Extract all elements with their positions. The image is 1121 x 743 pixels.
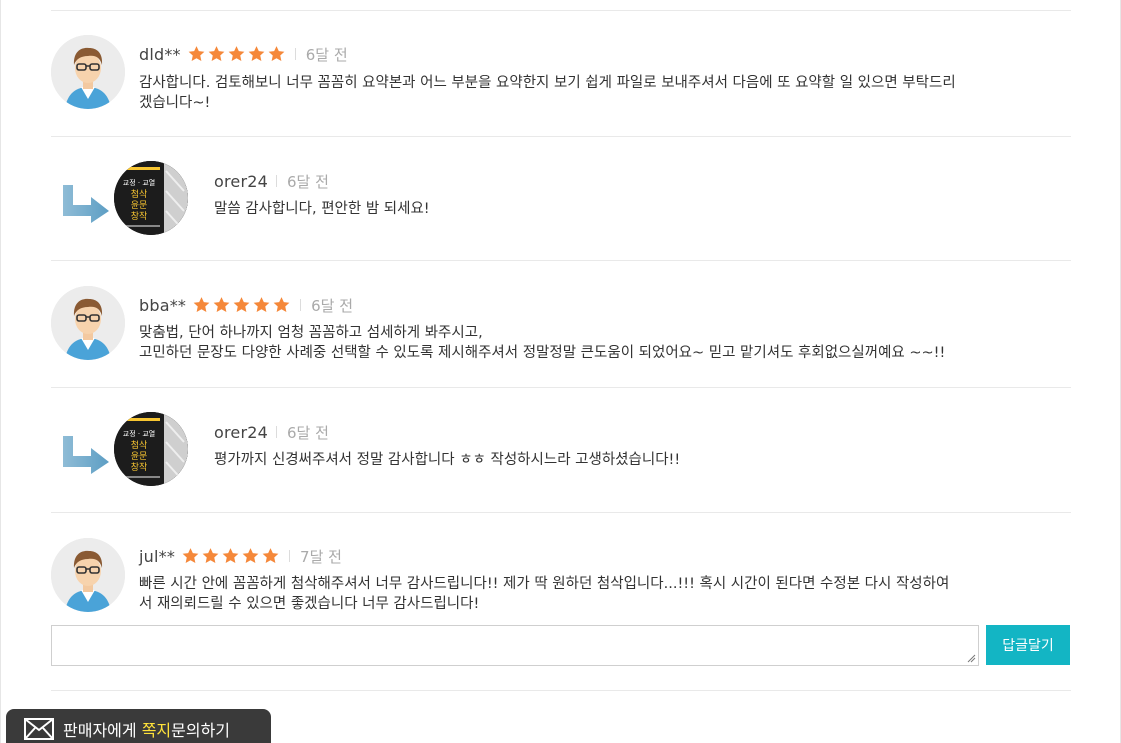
star-icon <box>188 46 205 61</box>
message-label-before: 판매자에게 <box>63 721 142 740</box>
user-avatar <box>51 286 125 360</box>
divider <box>51 260 1071 261</box>
reply-time: 6달 전 <box>287 423 329 442</box>
review-text: 빠른 시간 안에 꼼꼼하게 첨삭해주셔서 너무 감사드립니다!! 제가 딱 원하… <box>139 574 949 614</box>
seller-reply: 교정 · 교열 첨삭 윤문 창작 orer24 6달 전 말씀 감사합니다, 편… <box>51 161 1071 251</box>
message-seller-button[interactable]: 판매자에게 쪽지문의하기 <box>6 709 271 743</box>
rating-stars <box>187 45 287 63</box>
seller-avatar-text: 첨삭 <box>131 440 148 451</box>
review-text-line: 서 재의뢰드릴 수 있으면 좋겠습니다 너무 감사드립니다! <box>139 596 480 612</box>
review-time: 7달 전 <box>300 547 342 566</box>
seller-reply: 교정 · 교열 첨삭 윤문 창작 orer24 6달 전 평가까지 신경써주셔서… <box>51 412 1071 502</box>
reply-submit-button[interactable]: 답글달기 <box>986 625 1070 665</box>
message-label-highlight: 쪽지 <box>141 721 172 740</box>
reply-arrow-icon <box>63 436 109 474</box>
review-text-line: 맞춤법, 단어 하나까지 엄청 꼼꼼하고 섬세하게 봐주시고, <box>139 325 483 341</box>
reply-time: 6달 전 <box>287 172 329 191</box>
star-icon <box>273 297 290 312</box>
review-time: 6달 전 <box>311 296 354 315</box>
star-icon <box>193 297 210 312</box>
star-icon <box>248 46 265 61</box>
meta-separator <box>276 426 277 438</box>
seller-avatar-text: 창작 <box>131 462 148 473</box>
star-icon <box>253 297 270 312</box>
review-text: 맞춤법, 단어 하나까지 엄청 꼼꼼하고 섬세하게 봐주시고, 고민하던 문장도… <box>139 323 945 363</box>
review-text: 감사합니다. 검토해보니 너무 꼼꼼히 요약본과 어느 부분을 요약한지 보기 … <box>139 73 956 113</box>
reply-author: orer24 <box>214 422 268 442</box>
review-text-line: 고민하던 문장도 다양한 사례중 선택할 수 있도록 제시해주셔서 정말정말 큰… <box>139 345 946 361</box>
seller-avatar-text: 창작 <box>131 211 148 222</box>
message-button-label: 판매자에게 쪽지문의하기 <box>63 717 230 741</box>
review-author: jul** <box>139 546 176 566</box>
resize-grip-icon[interactable] <box>967 654 976 663</box>
frame-border-left <box>0 0 1 743</box>
message-label-after: 문의하기 <box>171 721 231 740</box>
reply-text: 평가까지 신경써주셔서 정말 감사합니다 ㅎㅎ 작성하시느라 고생하셨습니다!! <box>214 452 681 468</box>
mail-icon <box>24 718 54 740</box>
reply-meta: orer24 6달 전 <box>214 169 329 193</box>
star-icon <box>233 297 250 312</box>
meta-separator <box>289 550 291 562</box>
meta-separator <box>276 175 277 187</box>
review-item: dld** 6달 전 감사합니다. 검토해보니 너무 꼼꼼히 요약본과 어느 부… <box>51 35 1071 135</box>
rating-stars <box>192 296 292 314</box>
review-item: bba** 6달 전 맞춤법, 단어 하나까지 엄청 꼼꼼하고 섬세하게 봐주시… <box>51 286 1071 386</box>
review-item: jul** 7달 전 빠른 시간 안에 꼼꼼하게 첨삭해주셔서 너무 감사드립니… <box>51 538 1071 618</box>
reply-meta: orer24 6달 전 <box>214 420 329 444</box>
review-text-line: 빠른 시간 안에 꼼꼼하게 첨삭해주셔서 너무 감사드립니다!! 제가 딱 원하… <box>139 576 950 592</box>
divider <box>51 136 1071 137</box>
seller-avatar-text: 첨삭 <box>131 189 148 200</box>
reply-text: 말씀 감사합니다, 편안한 밤 되세요! <box>214 201 430 217</box>
reply-textarea-wrapper <box>51 625 979 666</box>
reply-textarea[interactable] <box>52 626 978 665</box>
reply-author: orer24 <box>214 171 268 191</box>
review-author: bba** <box>139 295 187 315</box>
review-text-line: 감사합니다. 검토해보니 너무 꼼꼼히 요약본과 어느 부분을 요약한지 보기 … <box>139 75 956 91</box>
reply-arrow-icon <box>63 185 109 223</box>
meta-separator <box>294 48 296 60</box>
seller-avatar: 교정 · 교열 첨삭 윤문 창작 <box>114 161 188 235</box>
seller-avatar-text: 윤문 <box>131 451 148 462</box>
star-icon <box>262 548 279 563</box>
review-meta: jul** 7달 전 <box>139 544 342 568</box>
divider <box>51 690 1071 691</box>
review-meta: dld** 6달 전 <box>139 42 348 66</box>
user-avatar <box>51 538 125 612</box>
seller-avatar-text: 교정 · 교열 <box>123 429 155 438</box>
user-avatar <box>51 35 125 109</box>
star-icon <box>268 46 285 61</box>
divider <box>51 10 1071 11</box>
star-icon <box>208 46 225 61</box>
review-meta: bba** 6달 전 <box>139 293 353 317</box>
star-icon <box>228 46 245 61</box>
review-time: 6달 전 <box>305 45 348 64</box>
review-text-line: 겠습니다~! <box>139 95 211 111</box>
star-icon <box>202 548 219 563</box>
star-icon <box>182 548 199 563</box>
seller-avatar-text: 윤문 <box>131 200 148 211</box>
meta-separator <box>300 299 302 311</box>
star-icon <box>242 548 259 563</box>
divider <box>51 387 1071 388</box>
divider <box>51 512 1071 513</box>
seller-avatar: 교정 · 교열 첨삭 윤문 창작 <box>114 412 188 486</box>
star-icon <box>222 548 239 563</box>
review-author: dld** <box>139 44 181 64</box>
seller-avatar-text: 교정 · 교열 <box>123 178 155 187</box>
rating-stars <box>181 547 281 565</box>
star-icon <box>213 297 230 312</box>
